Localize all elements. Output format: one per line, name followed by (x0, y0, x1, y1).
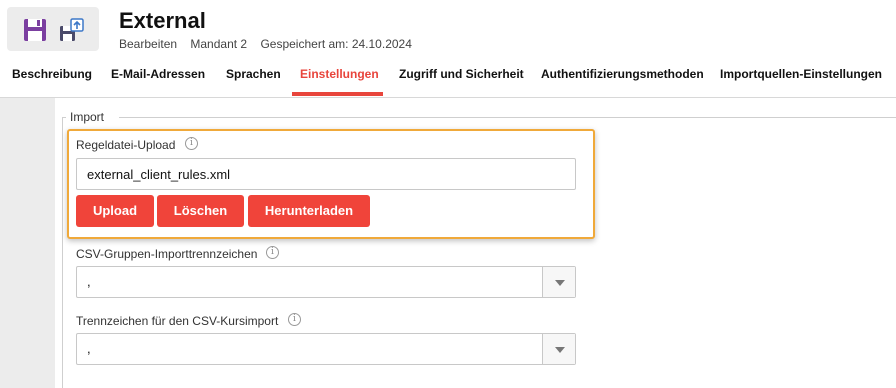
info-icon[interactable]: i (185, 137, 198, 150)
upload-button[interactable]: Upload (76, 195, 154, 227)
page-subtitle: Bearbeiten Mandant 2 Gespeichert am: 24.… (119, 37, 422, 51)
csv-group-separator-select[interactable]: , (76, 266, 576, 298)
tab-import-source-settings[interactable]: Importquellen-Einstellungen (720, 67, 882, 81)
select-value: , (87, 341, 91, 356)
fieldset-border-top-right (119, 117, 896, 118)
rule-upload-label: Regeldatei-Upload (76, 138, 176, 152)
dropdown-toggle[interactable] (542, 267, 575, 297)
subtitle-mode: Bearbeiten (119, 37, 178, 51)
chevron-down-icon (555, 280, 565, 286)
tab-email-addresses[interactable]: E-Mail-Adressen (111, 67, 205, 81)
tab-settings[interactable]: Einstellungen (300, 67, 379, 81)
chevron-down-icon (555, 347, 565, 353)
tab-beschreibung[interactable]: Beschreibung (12, 67, 92, 81)
dropdown-toggle[interactable] (542, 334, 575, 364)
csv-course-separator-label: Trennzeichen für den CSV-Kursimport (76, 314, 279, 328)
csv-group-separator-label: CSV-Gruppen-Importtrennzeichen (76, 247, 258, 261)
select-value: , (87, 274, 91, 289)
tab-bar: Beschreibung E-Mail-Adressen Sprachen Ei… (0, 56, 896, 96)
active-tab-indicator (292, 92, 383, 96)
info-icon[interactable]: i (288, 313, 301, 326)
rule-file-input[interactable] (76, 158, 576, 190)
left-gutter (0, 98, 55, 388)
save-as-button[interactable] (59, 17, 85, 43)
floppy-disk-upload-icon (60, 18, 84, 41)
page-title: External (119, 8, 206, 33)
import-legend: Import (68, 110, 107, 124)
fieldset-border-top-left (62, 117, 66, 118)
toolbar (7, 7, 99, 51)
save-button[interactable] (22, 17, 48, 43)
subtitle-tenant: Mandant 2 (190, 37, 248, 51)
delete-button[interactable]: Löschen (157, 195, 244, 227)
download-button[interactable]: Herunterladen (248, 195, 370, 227)
tab-auth-methods[interactable]: Authentifizierungsmethoden (541, 67, 704, 81)
csv-course-separator-select[interactable]: , (76, 333, 576, 365)
floppy-disk-icon (24, 19, 46, 41)
info-icon[interactable]: i (266, 246, 279, 259)
tab-languages[interactable]: Sprachen (226, 67, 281, 81)
fieldset-border (62, 117, 63, 388)
tab-access-security[interactable]: Zugriff und Sicherheit (399, 67, 524, 81)
subtitle-saved-date: Gespeichert am: 24.10.2024 (260, 37, 412, 51)
